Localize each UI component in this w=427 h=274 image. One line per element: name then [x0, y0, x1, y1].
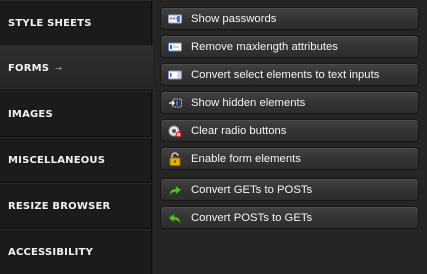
convert-gets-to-posts-button[interactable]: Convert GETs to POSTs: [160, 178, 419, 201]
unlock-icon: [168, 151, 182, 166]
button-label: Remove maxlength attributes: [191, 40, 338, 53]
button-label: Convert GETs to POSTs: [191, 183, 313, 196]
green-arrow-icon: [168, 183, 182, 197]
button-label: Convert select elements to text inputs: [191, 68, 380, 81]
green-return-arrow-icon: [168, 211, 182, 225]
sidebar-item-resize-browser[interactable]: RESIZE BROWSER: [0, 183, 152, 229]
button-label: Show passwords: [191, 12, 277, 25]
select-box-icon: [168, 68, 182, 82]
sidebar-item-label: MISCELLANEOUS: [8, 154, 106, 166]
sidebar-item-label: RESIZE BROWSER: [8, 200, 111, 212]
sidebar-item-images[interactable]: IMAGES: [0, 91, 152, 137]
show-passwords-button[interactable]: *** Show passwords: [160, 7, 419, 30]
enable-form-elements-button[interactable]: Enable form elements: [160, 147, 419, 170]
remove-maxlength-button[interactable]: Remove maxlength attributes: [160, 35, 419, 58]
arrow-right-icon: →: [55, 63, 63, 73]
show-hidden-icon: [168, 96, 182, 110]
forms-panel: *** Show passwords Remove maxlength attr…: [153, 0, 427, 274]
sidebar-item-forms[interactable]: FORMS →: [0, 45, 153, 91]
sidebar: STYLE SHEETS FORMS → IMAGES MISCELLANEOU…: [0, 0, 153, 274]
clear-radio-buttons-button[interactable]: Clear radio buttons: [160, 119, 419, 142]
sidebar-item-accessibility[interactable]: ACCESSIBILITY: [0, 229, 152, 274]
button-label: Enable form elements: [191, 152, 301, 165]
sidebar-item-label: STYLE SHEETS: [8, 17, 92, 29]
convert-select-button[interactable]: Convert select elements to text inputs: [160, 63, 419, 86]
clear-radio-icon: [168, 124, 182, 138]
button-label: Clear radio buttons: [191, 124, 287, 137]
show-hidden-elements-button[interactable]: Show hidden elements: [160, 91, 419, 114]
text-field-icon: [168, 40, 182, 54]
button-label: Convert POSTs to GETs: [191, 211, 313, 224]
password-field-icon: ***: [168, 12, 182, 26]
sidebar-item-label: FORMS: [8, 62, 50, 74]
sidebar-item-style-sheets[interactable]: STYLE SHEETS: [0, 0, 152, 46]
sidebar-item-miscellaneous[interactable]: MISCELLANEOUS: [0, 137, 152, 183]
convert-posts-to-gets-button[interactable]: Convert POSTs to GETs: [160, 206, 419, 229]
sidebar-item-label: ACCESSIBILITY: [8, 246, 94, 258]
sidebar-item-label: IMAGES: [8, 108, 53, 120]
button-label: Show hidden elements: [191, 96, 306, 109]
